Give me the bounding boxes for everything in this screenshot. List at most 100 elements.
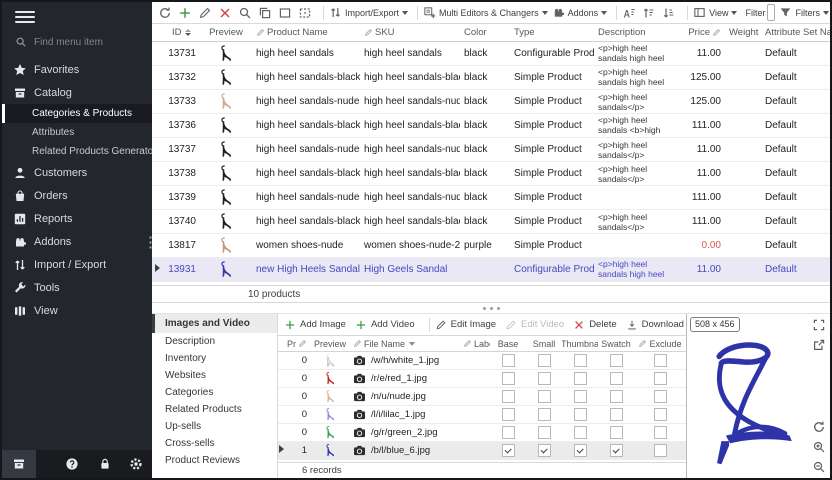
thumbnail-checkbox[interactable] [574,426,587,439]
copy-button[interactable] [258,6,272,20]
base-checkbox[interactable] [502,354,515,367]
column-header-base[interactable]: Base [490,339,526,349]
add-product-button[interactable] [178,6,192,20]
exclude-checkbox[interactable] [654,426,667,439]
detail-tab-description[interactable]: Description [152,333,277,350]
category-filter-select[interactable]: Show products from selected categories [767,4,775,21]
product-row[interactable]: 13737high heel sandals-nude-36high heel … [152,138,830,162]
small-checkbox[interactable] [538,354,551,367]
column-header-sku[interactable]: SKU [360,27,460,38]
product-row[interactable]: 13738high heel sandals-black-37high heel… [152,162,830,186]
edit-product-button[interactable] [198,6,212,20]
sidebar-item-attributes[interactable]: Attributes [2,123,152,142]
sidebar-item-related-products-generator[interactable]: Related Products Generator [2,142,152,161]
product-row[interactable]: 13732high heel sandals-blackhigh heel sa… [152,66,830,90]
detail-tab-up-sells[interactable]: Up-sells [152,418,277,435]
sidebar-item-orders[interactable]: Orders [2,184,152,207]
hamburger-menu-icon[interactable] [15,11,35,25]
vertical-splitter[interactable] [148,235,154,251]
product-row[interactable]: 13739high heel sandals-nude-37high heel … [152,186,830,210]
sidebar-item-addons[interactable]: Addons [2,230,152,253]
column-header-price[interactable]: Price [680,27,725,38]
swatch-checkbox[interactable] [610,390,623,403]
lock-button[interactable] [95,450,115,478]
detail-tab-cross-sells[interactable]: Cross-sells [152,435,277,452]
product-row[interactable]: 13931new High Heels SandalsHigh Geels Sa… [152,258,830,282]
base-checkbox[interactable] [502,444,515,457]
product-row[interactable]: 13733high heel sandals-nudehigh heel san… [152,90,830,114]
image-row[interactable]: 0/w/h/white_1.jpg [278,352,686,370]
delete-button[interactable]: Delete [573,319,616,331]
sidebar-item-tools[interactable]: Tools [2,276,152,299]
base-checkbox[interactable] [502,390,515,403]
thumbnail-checkbox[interactable] [574,372,587,385]
column-header-position[interactable]: Pr [286,339,310,349]
paste-button[interactable] [278,6,292,20]
open-external-icon[interactable] [812,338,826,352]
base-checkbox[interactable] [502,426,515,439]
column-header-color[interactable]: Color [460,27,510,38]
import-export-menu[interactable]: Import/Export [329,6,408,19]
image-row[interactable]: 0/g/r/green_2.jpg [278,424,686,442]
exclude-checkbox[interactable] [654,354,667,367]
image-row[interactable]: 1/b/l/blue_6.jpg [278,442,686,460]
image-row[interactable]: 0/l/i/lilac_1.jpg [278,406,686,424]
detail-tab-images-and-video[interactable]: Images and Video [152,314,277,333]
exclude-checkbox[interactable] [654,408,667,421]
column-header-weight[interactable]: Weight [725,27,761,38]
sidebar-item-view[interactable]: View [2,299,152,322]
search-button[interactable] [238,6,252,20]
settings-button[interactable] [126,450,146,478]
small-checkbox[interactable] [538,426,551,439]
exclude-checkbox[interactable] [654,372,667,385]
product-row[interactable]: 13731high heel sandalshigh heel sandalsb… [152,42,830,66]
sidebar-item-catalog[interactable]: Catalog [2,81,152,104]
thumbnail-checkbox[interactable] [574,408,587,421]
refresh-button[interactable] [158,6,172,20]
sort-alpha-button[interactable] [622,6,636,20]
select-cells-button[interactable] [298,6,312,20]
edit-image-button[interactable]: Edit Image [435,319,496,331]
store-button[interactable] [2,450,36,478]
sort-descending-button[interactable] [662,6,676,20]
view-menu[interactable]: View [693,6,737,19]
column-header-description[interactable]: Description [594,27,680,38]
column-header-exclude[interactable]: Exclude [634,339,686,349]
column-header-attribute-set[interactable]: Attribute Set Name [761,27,830,38]
product-row[interactable]: 13740high heel sandals-black-38high heel… [152,210,830,234]
swatch-checkbox[interactable] [610,354,623,367]
addons-menu[interactable]: Addons [552,6,608,19]
product-row[interactable]: 13817women shoes-nudewomen shoes-nude-2p… [152,234,830,258]
column-header-label[interactable]: Label [460,339,490,349]
sidebar-item-reports[interactable]: Reports [2,207,152,230]
column-header-thumbnail[interactable]: Thumbna [562,339,598,349]
sidebar-search-input[interactable]: Find menu item [2,30,152,54]
help-button[interactable] [62,450,82,478]
small-checkbox[interactable] [538,444,551,457]
column-header-type[interactable]: Type [510,27,594,38]
zoom-out-icon[interactable] [812,460,826,474]
horizontal-splitter[interactable] [152,303,830,313]
swatch-checkbox[interactable] [610,372,623,385]
image-row[interactable]: 0/n/u/nude.jpg [278,388,686,406]
column-header-preview[interactable]: Preview [310,339,350,349]
sidebar-item-customers[interactable]: Customers [2,161,152,184]
thumbnail-checkbox[interactable] [574,390,587,403]
product-row[interactable]: 13736high heel sandals-black-36high heel… [152,114,830,138]
column-header-preview[interactable]: Preview [200,27,252,38]
zoom-in-icon[interactable] [812,440,826,454]
sidebar-item-import-export[interactable]: Import / Export [2,253,152,276]
exclude-checkbox[interactable] [654,390,667,403]
fullscreen-icon[interactable] [812,318,826,332]
swatch-checkbox[interactable] [610,408,623,421]
exclude-checkbox[interactable] [654,444,667,457]
column-header-small[interactable]: Small [526,339,562,349]
multi-editors-menu[interactable]: Multi Editors & Changers [423,6,548,19]
detail-tab-inventory[interactable]: Inventory [152,350,277,367]
column-header-id[interactable]: ID [164,27,200,38]
sidebar-item-categories-products[interactable]: Categories & Products [2,104,152,123]
rotate-icon[interactable] [812,420,826,434]
small-checkbox[interactable] [538,372,551,385]
add-video-button[interactable]: Add Video [355,319,415,331]
base-checkbox[interactable] [502,372,515,385]
